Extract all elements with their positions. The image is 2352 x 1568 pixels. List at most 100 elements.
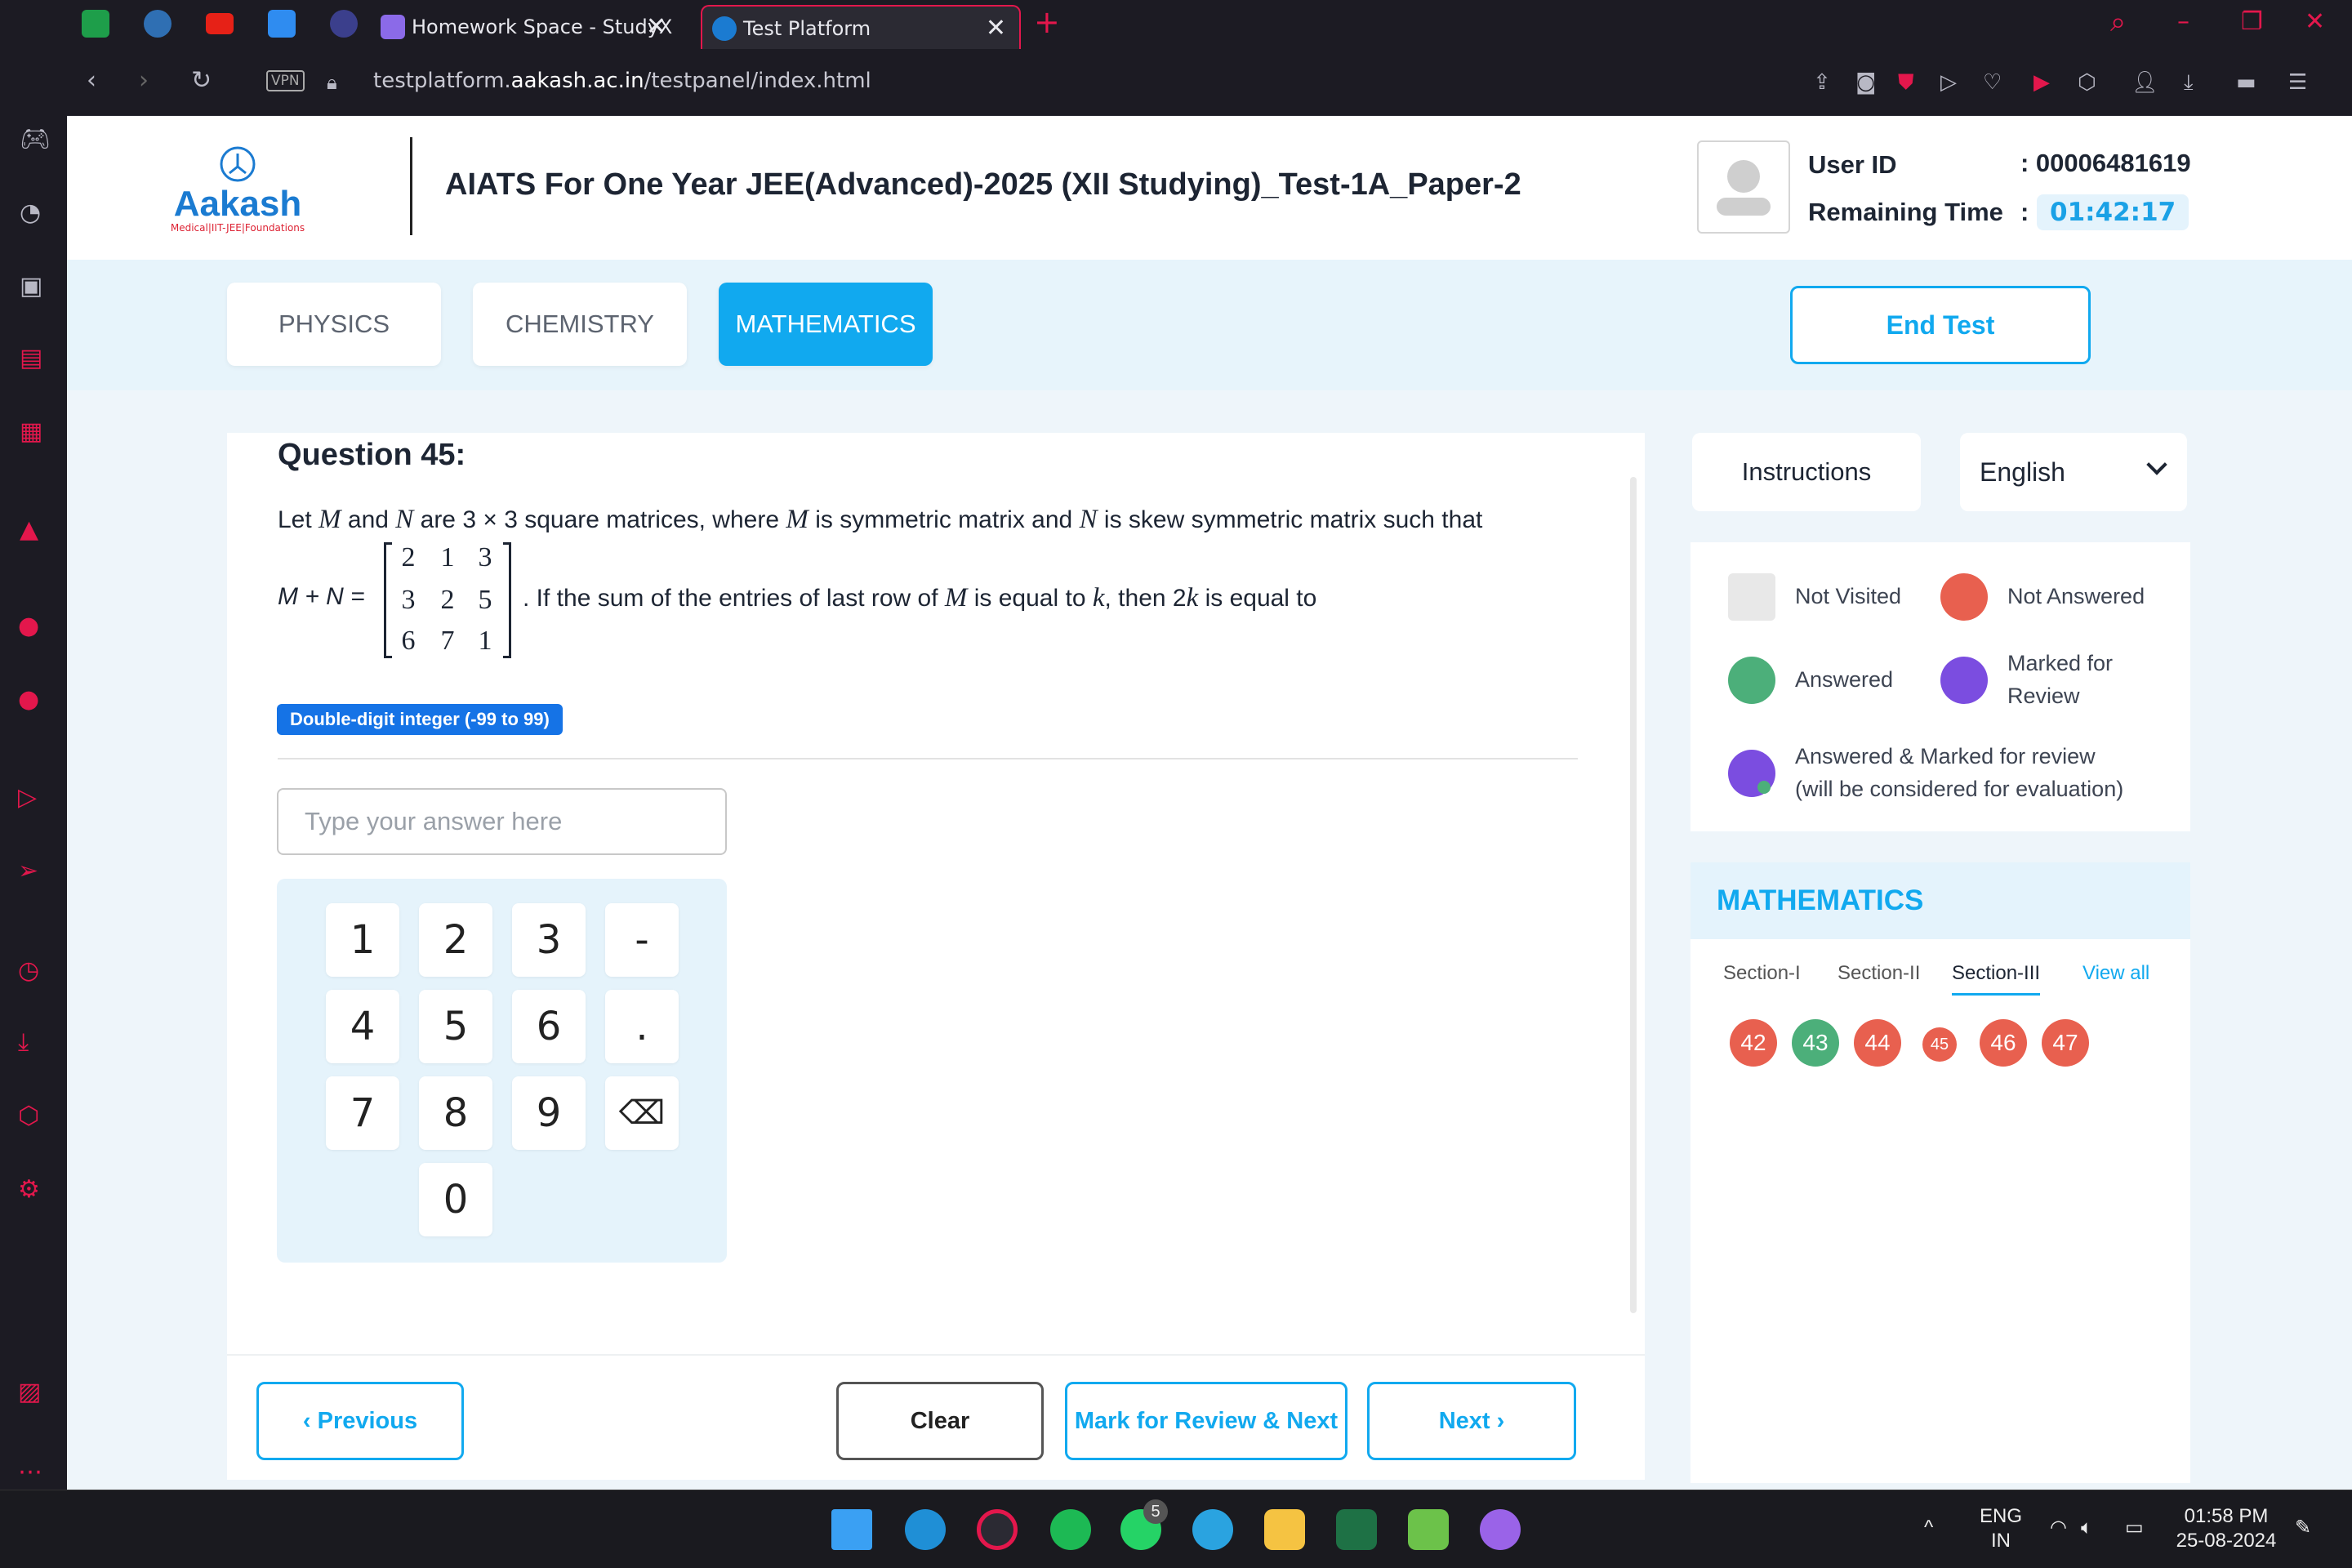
numpad-key-8[interactable]: 8 — [419, 1076, 492, 1150]
settings-icon[interactable]: ⚙ — [18, 1178, 40, 1202]
tab-chemistry[interactable]: CHEMISTRY — [473, 283, 687, 366]
restore-icon[interactable]: ❐ — [2241, 10, 2263, 34]
numpad-key-2[interactable]: 2 — [419, 903, 492, 977]
camera-icon[interactable]: ◙ — [1855, 70, 1876, 95]
pinned-tab-ai-icon[interactable] — [330, 10, 358, 38]
numpad-key-minus[interactable]: - — [605, 903, 679, 977]
extensions-icon[interactable]: ⬡ — [18, 1104, 39, 1129]
previous-button[interactable]: ‹ Previous — [256, 1382, 464, 1460]
player-side-icon[interactable]: ▷ — [18, 786, 37, 810]
answer-input[interactable] — [277, 788, 727, 855]
chevron-up-icon[interactable]: ^ — [1924, 1516, 1933, 1540]
pinned-tab-messages-icon[interactable] — [268, 10, 296, 38]
url-field[interactable]: testplatform.aakash.ac.in/testpanel/inde… — [373, 69, 871, 93]
battery-saver-icon[interactable]: ▬ — [2236, 70, 2256, 95]
whatsapp-side-icon[interactable]: ● — [18, 614, 39, 639]
language-indicator[interactable]: ENG IN — [1970, 1504, 2032, 1553]
gallery-icon[interactable]: ▨ — [18, 1380, 41, 1405]
back-icon[interactable]: ‹ — [87, 69, 96, 93]
pinned-tab-sheets-icon[interactable] — [82, 10, 109, 38]
windows-start-icon[interactable] — [831, 1509, 872, 1550]
numpad-key-dot[interactable]: . — [605, 990, 679, 1063]
search-tabs-icon[interactable]: ⌕ — [2110, 8, 2126, 36]
telegram-side-icon[interactable]: ● — [18, 688, 39, 712]
forward-icon[interactable]: › — [139, 69, 149, 93]
profile-icon[interactable]: 👤︎ — [2132, 70, 2158, 95]
send-icon[interactable]: ▷ — [1940, 70, 1957, 95]
close-tab-icon[interactable]: ✕ — [986, 7, 1006, 51]
telegram-icon[interactable] — [1192, 1509, 1233, 1550]
adblock-shield-icon[interactable]: ⛊ — [1898, 70, 1914, 95]
wifi-icon[interactable]: ◠ — [2050, 1516, 2067, 1540]
mark-review-next-button[interactable]: Mark for Review & Next — [1065, 1382, 1348, 1460]
marked-review-label: Marked for Review — [2007, 651, 2114, 708]
question-button-47[interactable]: 47 — [2042, 1019, 2089, 1067]
player-icon[interactable]: ▶ — [2034, 70, 2050, 95]
numpad-key-5[interactable]: 5 — [419, 990, 492, 1063]
tab-homework-space[interactable]: Homework Space - StudyX ✕ — [381, 5, 691, 49]
vpn-badge[interactable]: VPN — [266, 70, 305, 91]
downloads-side-icon[interactable]: ⤓ — [18, 1031, 29, 1055]
question-line-1: Let M and N are 3 × 3 square matrices, w… — [278, 505, 1483, 534]
numpad-key-7[interactable]: 7 — [326, 1076, 399, 1150]
opera-icon[interactable] — [977, 1509, 1018, 1550]
instructions-button[interactable]: Instructions — [1692, 433, 1921, 511]
chip-icon[interactable]: ▦ — [20, 420, 42, 444]
gamepad-icon[interactable]: 🎮︎ — [20, 127, 51, 152]
close-tab-icon[interactable]: ✕ — [646, 5, 666, 49]
numpad-key-0[interactable]: 0 — [419, 1163, 492, 1236]
question-button-45[interactable]: 45 — [1922, 1027, 1957, 1062]
tab-mathematics[interactable]: MATHEMATICS — [719, 283, 933, 366]
notification-icon[interactable]: ✎ — [2295, 1516, 2311, 1540]
question-scrollbar[interactable] — [1630, 477, 1637, 1313]
file-explorer-icon[interactable] — [1264, 1509, 1305, 1550]
menu-icon[interactable]: ☰ — [2288, 70, 2307, 95]
question-button-42[interactable]: 42 — [1730, 1019, 1777, 1067]
minimize-icon[interactable]: – — [2177, 10, 2189, 34]
send-side-icon[interactable]: ➢ — [18, 859, 38, 884]
end-test-button[interactable]: End Test — [1790, 286, 2091, 364]
section-tab-3[interactable]: Section-III — [1952, 962, 2041, 996]
tab-physics[interactable]: PHYSICS — [227, 283, 441, 366]
excel-icon[interactable] — [1336, 1509, 1377, 1550]
question-button-44[interactable]: 44 — [1854, 1019, 1901, 1067]
download-icon[interactable]: ⤓ — [2184, 70, 2194, 95]
numpad-key-3[interactable]: 3 — [512, 903, 586, 977]
twitch-icon[interactable]: ▤ — [20, 346, 42, 371]
language-select[interactable]: English — [1960, 433, 2187, 511]
copilot-icon[interactable] — [1480, 1509, 1521, 1550]
edge-icon[interactable] — [905, 1509, 946, 1550]
view-all-link[interactable]: View all — [2082, 962, 2149, 985]
section-tab-2[interactable]: Section-II — [1838, 962, 1920, 985]
numpad-key-1[interactable]: 1 — [326, 903, 399, 977]
speed-dial-icon[interactable]: ◔ — [20, 201, 41, 225]
battery-icon[interactable]: ▭ — [2125, 1516, 2144, 1540]
question-button-46[interactable]: 46 — [1980, 1019, 2027, 1067]
question-button-43[interactable]: 43 — [1792, 1019, 1839, 1067]
reload-icon[interactable]: ↻ — [191, 69, 212, 93]
backspace-icon[interactable]: ⌫ — [605, 1076, 679, 1150]
numpad-key-4[interactable]: 4 — [326, 990, 399, 1063]
numpad-key-6[interactable]: 6 — [512, 990, 586, 1063]
next-button[interactable]: Next › — [1367, 1382, 1576, 1460]
close-window-icon[interactable]: ✕ — [2305, 10, 2325, 34]
clock[interactable]: 01:58 PM 25-08-2024 — [2169, 1504, 2283, 1553]
pinned-tab-youtube-icon[interactable] — [206, 13, 234, 34]
aria-icon[interactable]: ▲ — [20, 518, 38, 542]
spotify-icon[interactable] — [1050, 1509, 1091, 1550]
pinned-tab-wordpress-icon[interactable] — [144, 10, 172, 38]
heart-icon[interactable]: ♡ — [1983, 70, 2002, 95]
more-icon[interactable]: ⋯ — [18, 1460, 42, 1485]
tab-test-platform[interactable]: Test Platform ✕ — [701, 5, 1021, 49]
numpad-key-9[interactable]: 9 — [512, 1076, 586, 1150]
briefcase-icon[interactable]: ▣ — [20, 274, 42, 299]
bluestacks-icon[interactable] — [1408, 1509, 1449, 1550]
clear-button[interactable]: Clear — [836, 1382, 1044, 1460]
box-icon[interactable]: ⬡ — [2078, 70, 2096, 95]
section-tab-1[interactable]: Section-I — [1723, 962, 1801, 985]
remaining-time-colon: : — [2020, 198, 2029, 226]
new-tab-button[interactable]: + — [1034, 7, 1060, 38]
history-icon[interactable]: ◷ — [18, 959, 39, 983]
share-icon[interactable]: ⇪ — [1813, 70, 1831, 95]
volume-icon[interactable]: 🔈︎ — [2081, 1516, 2092, 1540]
